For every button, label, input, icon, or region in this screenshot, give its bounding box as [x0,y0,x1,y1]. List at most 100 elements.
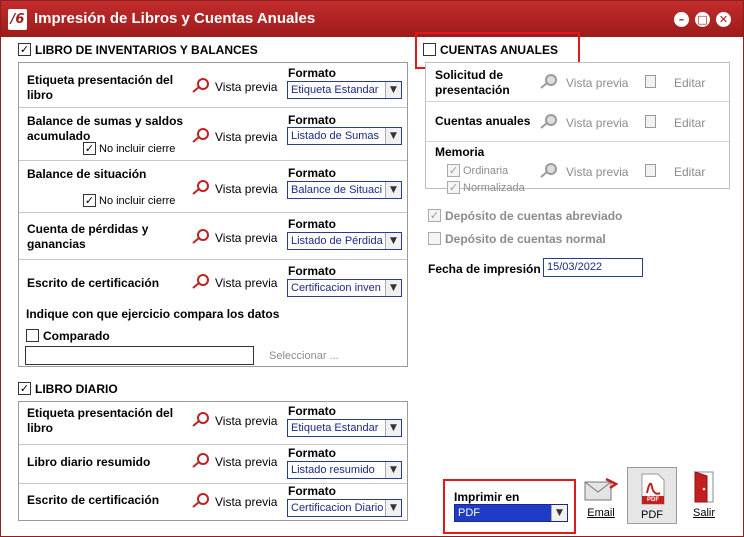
ca-row3-edit[interactable]: Editar [674,165,705,180]
deposito-abreviado-label: Depósito de cuentas abreviado [445,209,623,223]
preview-magnifier-icon[interactable] [191,128,211,144]
dia-row2-preview[interactable]: Vista previa [215,455,277,470]
chevron-down-icon: ▼ [385,182,401,198]
preview-magnifier-icon[interactable] [191,229,211,245]
inv-row5-preview[interactable]: Vista previa [215,276,277,291]
deposito-normal-label: Depósito de cuentas normal [445,232,606,246]
preview-magnifier-icon[interactable] [191,453,211,469]
inv-row1-format-heading: Formato [288,66,336,80]
diario-checkbox[interactable]: ✓ [18,382,31,395]
chevron-down-icon: ▼ [385,420,401,436]
dia-row3-format-select[interactable]: Certificacion Diario ▼ [287,499,402,517]
preview-magnifier-icon-disabled[interactable] [539,74,559,90]
app-logo-icon: /6 [8,9,27,30]
minimize-icon[interactable]: – [674,12,689,27]
dia-row2-format-select[interactable]: Listado resumido ▼ [287,461,402,479]
ca-row3-preview[interactable]: Vista previa [566,165,628,180]
email-button[interactable]: Email [581,473,621,521]
chevron-down-icon: ▼ [551,505,567,521]
preview-magnifier-icon-disabled[interactable] [539,163,559,179]
ca-row1-preview[interactable]: Vista previa [566,76,628,91]
chevron-down-icon: ▼ [385,82,401,98]
inv-row4-preview[interactable]: Vista previa [215,231,277,246]
ca-row2-edit[interactable]: Editar [674,116,705,131]
inv-row3-preview[interactable]: Vista previa [215,182,277,197]
close-icon[interactable]: ✕ [716,12,731,27]
deposito-normal-checkbox[interactable] [428,232,441,245]
ca-row1-label: Solicitud de presentación [435,68,510,97]
ordinaria-label: Ordinaria [463,165,509,177]
inv-row1-format-select[interactable]: Etiqueta Estandar ▼ [287,81,402,99]
inv-row1-preview[interactable]: Vista previa [215,80,277,95]
inv-row4-format-select[interactable]: Listado de Pérdida ▼ [287,232,402,250]
preview-magnifier-icon[interactable] [191,274,211,290]
ca-row1-edit[interactable]: Editar [674,76,705,91]
cuentas-checkbox-label: CUENTAS ANUALES [440,43,559,57]
pdf-button[interactable]: PDF PDF [627,467,677,524]
dia-row1-format-select[interactable]: Etiqueta Estandar ▼ [287,419,402,437]
inv-row5-format-select[interactable]: Certificacion inven ▼ [287,279,402,297]
preview-magnifier-icon[interactable] [191,180,211,196]
inventarios-checkbox-label: LIBRO DE INVENTARIOS Y BALANCES [35,43,258,57]
salir-label: Salir [692,507,715,519]
fecha-input[interactable]: 15/03/2022 [543,258,643,277]
inventarios-checkbox[interactable]: ✓ [18,43,31,56]
dia-row3-preview[interactable]: Vista previa [215,495,277,510]
comparado-checkbox[interactable] [26,329,39,342]
document-icon [645,164,656,177]
document-icon [645,115,656,128]
inv-row2-preview[interactable]: Vista previa [215,130,277,145]
chevron-down-icon: ▼ [385,128,401,144]
maximize-icon[interactable]: □ [695,12,710,27]
email-icon [584,477,618,501]
ca-row2-preview[interactable]: Vista previa [566,116,628,131]
seleccionar-link[interactable]: Seleccionar ... [269,349,339,364]
preview-magnifier-icon[interactable] [191,78,211,94]
dia-row2-label: Libro diario resumido [27,455,151,469]
inv-row2-format-heading: Formato [288,113,336,127]
window-title: Impresión de Libros y Cuentas Anuales [34,10,316,27]
inv-row3-format-select[interactable]: Balance de Situaci ▼ [287,181,402,199]
imprimir-select[interactable]: PDF ▼ [454,504,568,522]
dia-row1-label: Etiqueta presentación del libro [27,406,174,435]
dia-row1-format-heading: Formato [288,404,336,418]
inv-row5-format-heading: Formato [288,264,336,278]
document-icon [645,75,656,88]
preview-magnifier-icon-disabled[interactable] [539,114,559,130]
chevron-down-icon: ▼ [385,500,401,516]
dia-row2-format-heading: Formato [288,446,336,460]
imprimir-label: Imprimir en [454,490,520,504]
normalizada-label: Normalizada [463,182,525,194]
inv-row2-label: Balance de sumas y saldos acumulado [27,114,184,143]
pdf-label: PDF [641,509,663,521]
exit-door-icon [694,471,714,503]
inv-row4-format-heading: Formato [288,217,336,231]
dia-row3-label: Escrito de certificación [27,493,160,507]
ordinaria-checkbox[interactable]: ✓ [447,164,460,177]
title-bar: /6 Impresión de Libros y Cuentas Anuales… [1,1,743,37]
inv-row3-no-cierre-checkbox[interactable]: ✓ [83,194,96,207]
deposito-abreviado-checkbox[interactable]: ✓ [428,209,441,222]
inv-row2-no-cierre-label: No incluir cierre [99,143,176,155]
inv-row4-label: Cuenta de pérdidas y ganancias [27,222,149,251]
salir-button[interactable]: Salir [684,469,724,521]
inv-row3-label: Balance de situación [27,167,147,181]
email-label: Email [587,507,615,519]
main-window: /6 Impresión de Libros y Cuentas Anuales… [0,0,744,537]
dia-row3-format-heading: Formato [288,484,336,498]
chevron-down-icon: ▼ [385,462,401,478]
preview-magnifier-icon[interactable] [191,412,211,428]
ca-row3-label: Memoria [435,145,485,159]
cuentas-checkbox[interactable] [423,43,436,56]
comparado-label: Comparado [43,329,110,343]
pdf-icon-text: PDF [647,497,659,503]
compare-field[interactable] [25,346,254,365]
inv-row2-format-select[interactable]: Listado de Sumas ▼ [287,127,402,145]
inv-row2-no-cierre-checkbox[interactable]: ✓ [83,142,96,155]
normalizada-checkbox[interactable]: ✓ [447,181,460,194]
chevron-down-icon: ▼ [385,280,401,296]
fecha-label: Fecha de impresión [428,262,541,276]
chevron-down-icon: ▼ [385,233,401,249]
dia-row1-preview[interactable]: Vista previa [215,414,277,429]
preview-magnifier-icon[interactable] [191,493,211,509]
